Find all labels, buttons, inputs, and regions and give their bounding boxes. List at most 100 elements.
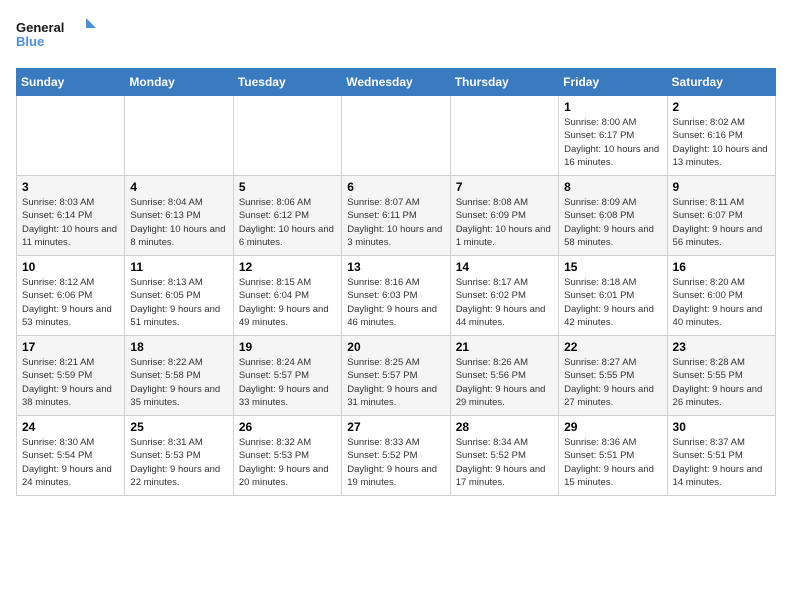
calendar-week-row: 3Sunrise: 8:03 AMSunset: 6:14 PMDaylight… [17,176,776,256]
day-info: Sunrise: 8:21 AMSunset: 5:59 PMDaylight:… [22,356,119,409]
day-number: 26 [239,420,336,434]
day-info: Sunrise: 8:00 AMSunset: 6:17 PMDaylight:… [564,116,661,169]
day-number: 3 [22,180,119,194]
calendar-cell: 3Sunrise: 8:03 AMSunset: 6:14 PMDaylight… [17,176,125,256]
day-info: Sunrise: 8:22 AMSunset: 5:58 PMDaylight:… [130,356,227,409]
calendar-cell: 13 Sunrise: 8:16 AMSunset: 6:03 PMDayligh… [342,256,450,336]
svg-text:General: General [16,20,64,35]
calendar-cell: 2Sunrise: 8:02 AMSunset: 6:16 PMDaylight… [667,96,775,176]
calendar-cell [450,96,558,176]
day-number: 30 [673,420,770,434]
day-number: 29 [564,420,661,434]
calendar-cell: 30 Sunrise: 8:37 AMSunset: 5:51 PMDayligh… [667,416,775,496]
calendar-cell: 19 Sunrise: 8:24 AMSunset: 5:57 PMDayligh… [233,336,341,416]
day-info: Sunrise: 8:26 AMSunset: 5:56 PMDaylight:… [456,356,553,409]
calendar-cell: 27 Sunrise: 8:33 AMSunset: 5:52 PMDayligh… [342,416,450,496]
day-number: 22 [564,340,661,354]
day-number: 4 [130,180,227,194]
calendar-cell: 1 Sunrise: 8:00 AMSunset: 6:17 PMDaylight… [559,96,667,176]
day-info: Sunrise: 8:33 AMSunset: 5:52 PMDaylight:… [347,436,444,489]
calendar-cell: 25 Sunrise: 8:31 AMSunset: 5:53 PMDayligh… [125,416,233,496]
day-info: Sunrise: 8:25 AMSunset: 5:57 PMDaylight:… [347,356,444,409]
calendar-cell: 17 Sunrise: 8:21 AMSunset: 5:59 PMDayligh… [17,336,125,416]
day-info: Sunrise: 8:15 AMSunset: 6:04 PMDaylight:… [239,276,336,329]
day-info: Sunrise: 8:16 AMSunset: 6:03 PMDaylight:… [347,276,444,329]
day-number: 20 [347,340,444,354]
calendar-cell: 18 Sunrise: 8:22 AMSunset: 5:58 PMDayligh… [125,336,233,416]
day-number: 10 [22,260,119,274]
svg-text:Blue: Blue [16,34,44,49]
logo: General Blue [16,16,96,56]
logo-svg: General Blue [16,16,96,56]
calendar-cell: 5 Sunrise: 8:06 AMSunset: 6:12 PMDaylight… [233,176,341,256]
day-number: 19 [239,340,336,354]
calendar-week-row: 10 Sunrise: 8:12 AMSunset: 6:06 PMDayligh… [17,256,776,336]
day-info: Sunrise: 8:24 AMSunset: 5:57 PMDaylight:… [239,356,336,409]
calendar-cell: 22Sunrise: 8:27 AMSunset: 5:55 PMDayligh… [559,336,667,416]
calendar-cell: 16 Sunrise: 8:20 AMSunset: 6:00 PMDayligh… [667,256,775,336]
calendar-body: 1 Sunrise: 8:00 AMSunset: 6:17 PMDaylight… [17,96,776,496]
day-number: 25 [130,420,227,434]
calendar-cell: 15Sunrise: 8:18 AMSunset: 6:01 PMDayligh… [559,256,667,336]
page-header: General Blue [16,16,776,56]
day-number: 14 [456,260,553,274]
day-number: 28 [456,420,553,434]
calendar-cell: 29 Sunrise: 8:36 AMSunset: 5:51 PMDayligh… [559,416,667,496]
calendar-cell: 4 Sunrise: 8:04 AMSunset: 6:13 PMDaylight… [125,176,233,256]
day-info: Sunrise: 8:04 AMSunset: 6:13 PMDaylight:… [130,196,227,249]
day-number: 9 [673,180,770,194]
calendar-cell: 8 Sunrise: 8:09 AMSunset: 6:08 PMDaylight… [559,176,667,256]
calendar-cell: 9 Sunrise: 8:11 AMSunset: 6:07 PMDaylight… [667,176,775,256]
calendar-cell [125,96,233,176]
day-info: Sunrise: 8:20 AMSunset: 6:00 PMDaylight:… [673,276,770,329]
calendar-cell: 26 Sunrise: 8:32 AMSunset: 5:53 PMDayligh… [233,416,341,496]
day-info: Sunrise: 8:13 AMSunset: 6:05 PMDaylight:… [130,276,227,329]
day-info: Sunrise: 8:36 AMSunset: 5:51 PMDaylight:… [564,436,661,489]
day-number: 24 [22,420,119,434]
calendar-week-row: 17 Sunrise: 8:21 AMSunset: 5:59 PMDayligh… [17,336,776,416]
calendar-header-row: SundayMondayTuesdayWednesdayThursdayFrid… [17,69,776,96]
day-info: Sunrise: 8:18 AMSunset: 6:01 PMDaylight:… [564,276,661,329]
day-info: Sunrise: 8:11 AMSunset: 6:07 PMDaylight:… [673,196,770,249]
day-info: Sunrise: 8:07 AMSunset: 6:11 PMDaylight:… [347,196,444,249]
day-number: 5 [239,180,336,194]
day-number: 27 [347,420,444,434]
calendar-week-row: 24 Sunrise: 8:30 AMSunset: 5:54 PMDayligh… [17,416,776,496]
calendar-cell: 23Sunrise: 8:28 AMSunset: 5:55 PMDayligh… [667,336,775,416]
day-info: Sunrise: 8:08 AMSunset: 6:09 PMDaylight:… [456,196,553,249]
calendar-day-header: Tuesday [233,69,341,96]
day-number: 8 [564,180,661,194]
calendar-cell: 12 Sunrise: 8:15 AMSunset: 6:04 PMDayligh… [233,256,341,336]
calendar-cell: 28 Sunrise: 8:34 AMSunset: 5:52 PMDayligh… [450,416,558,496]
day-number: 12 [239,260,336,274]
day-number: 18 [130,340,227,354]
calendar-table: SundayMondayTuesdayWednesdayThursdayFrid… [16,68,776,496]
day-number: 1 [564,100,661,114]
day-number: 16 [673,260,770,274]
calendar-day-header: Wednesday [342,69,450,96]
day-info: Sunrise: 8:09 AMSunset: 6:08 PMDaylight:… [564,196,661,249]
day-number: 17 [22,340,119,354]
day-info: Sunrise: 8:34 AMSunset: 5:52 PMDaylight:… [456,436,553,489]
calendar-day-header: Sunday [17,69,125,96]
calendar-day-header: Monday [125,69,233,96]
day-info: Sunrise: 8:17 AMSunset: 6:02 PMDaylight:… [456,276,553,329]
day-number: 21 [456,340,553,354]
calendar-cell: 6 Sunrise: 8:07 AMSunset: 6:11 PMDaylight… [342,176,450,256]
day-number: 11 [130,260,227,274]
calendar-day-header: Saturday [667,69,775,96]
day-info: Sunrise: 8:37 AMSunset: 5:51 PMDaylight:… [673,436,770,489]
day-info: Sunrise: 8:12 AMSunset: 6:06 PMDaylight:… [22,276,119,329]
day-number: 13 [347,260,444,274]
day-number: 6 [347,180,444,194]
day-info: Sunrise: 8:30 AMSunset: 5:54 PMDaylight:… [22,436,119,489]
day-info: Sunrise: 8:32 AMSunset: 5:53 PMDaylight:… [239,436,336,489]
calendar-cell [233,96,341,176]
day-info: Sunrise: 8:31 AMSunset: 5:53 PMDaylight:… [130,436,227,489]
calendar-cell [17,96,125,176]
day-info: Sunrise: 8:02 AMSunset: 6:16 PMDaylight:… [673,116,770,169]
calendar-cell: 20 Sunrise: 8:25 AMSunset: 5:57 PMDayligh… [342,336,450,416]
calendar-cell [342,96,450,176]
day-info: Sunrise: 8:06 AMSunset: 6:12 PMDaylight:… [239,196,336,249]
day-info: Sunrise: 8:28 AMSunset: 5:55 PMDaylight:… [673,356,770,409]
